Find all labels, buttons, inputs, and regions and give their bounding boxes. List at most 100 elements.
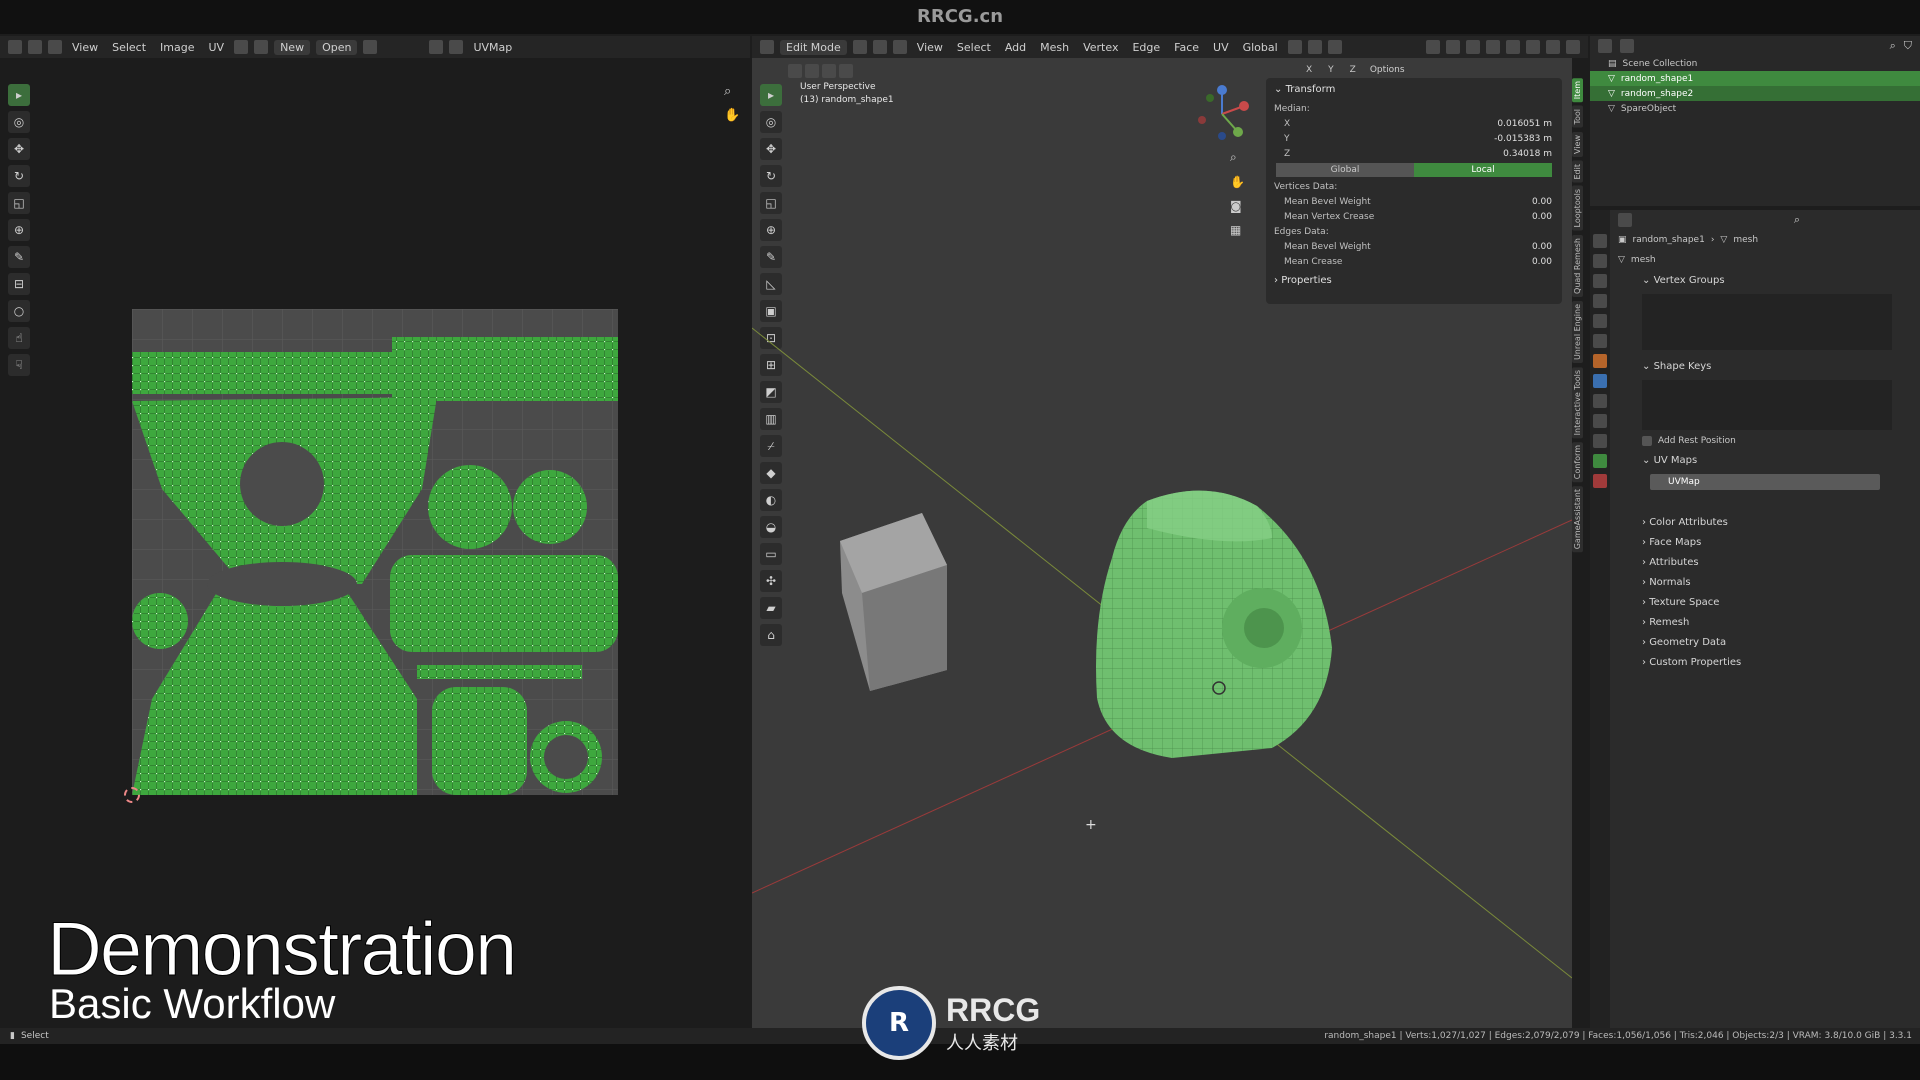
orientation-dropdown[interactable]: Global bbox=[1239, 40, 1282, 55]
mesh-name-field[interactable]: ▽ mesh bbox=[1610, 250, 1920, 270]
search-icon[interactable]: ⌕ bbox=[1890, 39, 1896, 53]
editor-type-icon[interactable] bbox=[760, 40, 774, 54]
menu-add[interactable]: Add bbox=[1001, 40, 1030, 55]
outliner-item-spareobject[interactable]: ▽ SpareObject bbox=[1590, 101, 1920, 116]
tab-conform[interactable]: Conform bbox=[1572, 442, 1583, 483]
transform-tool[interactable]: ⊕ bbox=[8, 219, 30, 241]
shape-keys-list[interactable] bbox=[1642, 380, 1892, 430]
uv-island[interactable] bbox=[513, 470, 587, 544]
vertex-groups-list[interactable] bbox=[1642, 294, 1892, 350]
menu-mesh[interactable]: Mesh bbox=[1036, 40, 1073, 55]
section-remesh[interactable]: Remesh bbox=[1610, 612, 1920, 632]
gizmo-icon[interactable] bbox=[1446, 40, 1460, 54]
tab-gameassistant[interactable]: GameAssistant bbox=[1572, 486, 1583, 553]
pivot-icon[interactable] bbox=[234, 40, 249, 54]
menu-vertex[interactable]: Vertex bbox=[1079, 40, 1122, 55]
section-face-maps[interactable]: Face Maps bbox=[1610, 532, 1920, 552]
tab-unreal-engine[interactable]: Unreal Engine bbox=[1572, 300, 1583, 363]
breadcrumb-data[interactable]: mesh bbox=[1733, 235, 1758, 245]
menu-select[interactable]: Select bbox=[953, 40, 995, 55]
tab-item[interactable]: Item bbox=[1572, 78, 1583, 103]
properties-header[interactable]: › Properties bbox=[1266, 269, 1562, 292]
select-box-tool[interactable]: ▸ bbox=[8, 84, 30, 106]
filter-icon[interactable]: ⛉ bbox=[1904, 39, 1912, 53]
transform-header[interactable]: ⌄ Transform bbox=[1266, 78, 1562, 101]
shading-rendered-icon[interactable] bbox=[1566, 40, 1580, 54]
tab-tool[interactable]: Tool bbox=[1572, 106, 1583, 128]
scale-tool[interactable]: ◱ bbox=[8, 192, 30, 214]
xray-icon[interactable] bbox=[1486, 40, 1500, 54]
uv-sync-icon[interactable] bbox=[48, 40, 62, 54]
tab-edit[interactable]: Edit bbox=[1572, 160, 1583, 183]
outliner-item-random-shape1[interactable]: ▽ random_shape1 bbox=[1590, 71, 1920, 86]
editor-type-icon[interactable] bbox=[1598, 39, 1612, 53]
overlay-icon[interactable] bbox=[429, 40, 444, 54]
uv-island[interactable] bbox=[390, 555, 618, 652]
uv-menu-select[interactable]: Select bbox=[108, 40, 150, 55]
camera-icon[interactable]: ◙ bbox=[1230, 199, 1245, 213]
menu-face[interactable]: Face bbox=[1170, 40, 1203, 55]
output-tab-icon[interactable] bbox=[1593, 274, 1607, 288]
section-attributes[interactable]: Attributes bbox=[1610, 552, 1920, 572]
global-button[interactable]: Global bbox=[1276, 163, 1414, 177]
overlay-icon[interactable] bbox=[1466, 40, 1480, 54]
breadcrumb-object[interactable]: random_shape1 bbox=[1633, 235, 1705, 245]
pin-icon[interactable] bbox=[363, 40, 378, 54]
move-tool[interactable]: ✥ bbox=[8, 138, 30, 160]
section-custom-properties[interactable]: Custom Properties bbox=[1610, 652, 1920, 672]
tool-tab-icon[interactable] bbox=[1593, 234, 1607, 248]
edge-select-icon[interactable] bbox=[872, 40, 887, 54]
shading-solid-icon[interactable] bbox=[1526, 40, 1540, 54]
uv-map-name[interactable]: UVMap bbox=[469, 40, 516, 55]
render-tab-icon[interactable] bbox=[1593, 254, 1607, 268]
object-tab-icon[interactable] bbox=[1593, 354, 1607, 368]
outliner-item-random-shape2[interactable]: ▽ random_shape2 bbox=[1590, 86, 1920, 101]
uv-island[interactable] bbox=[432, 687, 527, 795]
uv-menu-image[interactable]: Image bbox=[156, 40, 198, 55]
x-field[interactable]: X 0.016051 m bbox=[1266, 116, 1562, 131]
menu-edge[interactable]: Edge bbox=[1128, 40, 1164, 55]
navigation-gizmo[interactable] bbox=[1192, 84, 1252, 144]
material-tab-icon[interactable] bbox=[1593, 474, 1607, 488]
proportional-edit-icon[interactable] bbox=[1327, 40, 1342, 54]
mean-crease-field[interactable]: Mean Crease 0.00 bbox=[1266, 254, 1562, 269]
search-icon[interactable]: ⌕ bbox=[1794, 213, 1800, 227]
perspective-grid-icon[interactable]: ▦ bbox=[1230, 223, 1245, 237]
rotate-tool[interactable]: ↻ bbox=[8, 165, 30, 187]
new-image-button[interactable]: New bbox=[274, 39, 311, 55]
tab-interactive-tools[interactable]: Interactive Tools bbox=[1572, 366, 1583, 439]
snap-icon[interactable] bbox=[1307, 40, 1322, 54]
editor-type-icon[interactable] bbox=[1618, 213, 1632, 227]
uv-editor[interactable]: ▸ ◎ ✥ ↻ ◱ ⊕ ✎ ⊟ ○ ☝ ☟ ⌕ ✋ Demonstration … bbox=[0, 58, 750, 1028]
shading-wire-icon[interactable] bbox=[1506, 40, 1520, 54]
section-shape-keys[interactable]: Shape Keys bbox=[1610, 356, 1920, 376]
edge-mean-bevel-weight-field[interactable]: Mean Bevel Weight 0.00 bbox=[1266, 239, 1562, 254]
face-select-icon[interactable] bbox=[892, 40, 907, 54]
grab-tool[interactable]: ○ bbox=[8, 300, 30, 322]
uv-grid-canvas[interactable] bbox=[132, 309, 618, 795]
mean-bevel-weight-field[interactable]: Mean Bevel Weight 0.00 bbox=[1266, 194, 1562, 209]
scene-tab-icon[interactable] bbox=[1593, 314, 1607, 328]
gizmo-icon[interactable] bbox=[449, 40, 464, 54]
tab-view[interactable]: View bbox=[1572, 131, 1583, 157]
modifier-tab-icon[interactable] bbox=[1593, 374, 1607, 388]
section-vertex-groups[interactable]: Vertex Groups bbox=[1610, 270, 1920, 290]
zoom-icon[interactable]: ⌕ bbox=[1230, 150, 1245, 165]
pan-icon[interactable]: ✋ bbox=[724, 108, 740, 123]
snap-icon[interactable] bbox=[254, 40, 269, 54]
add-rest-position-checkbox[interactable]: Add Rest Position bbox=[1642, 436, 1920, 446]
editor-type-icon[interactable] bbox=[8, 40, 22, 54]
display-mode-icon[interactable] bbox=[1620, 39, 1634, 53]
section-geometry-data[interactable]: Geometry Data bbox=[1610, 632, 1920, 652]
constraints-tab-icon[interactable] bbox=[1593, 434, 1607, 448]
cursor-tool[interactable]: ◎ bbox=[8, 111, 30, 133]
annotate-tool[interactable]: ✎ bbox=[8, 246, 30, 268]
pivot-icon[interactable] bbox=[1287, 40, 1302, 54]
shading-material-icon[interactable] bbox=[1546, 40, 1560, 54]
rip-tool[interactable]: ⊟ bbox=[8, 273, 30, 295]
tab-quad-remesh[interactable]: Quad Remesh bbox=[1572, 234, 1583, 297]
scene-collection-row[interactable]: ▤ Scene Collection bbox=[1590, 56, 1920, 71]
mean-vertex-crease-field[interactable]: Mean Vertex Crease 0.00 bbox=[1266, 209, 1562, 224]
pinch-tool[interactable]: ☟ bbox=[8, 354, 30, 376]
relax-tool[interactable]: ☝ bbox=[8, 327, 30, 349]
